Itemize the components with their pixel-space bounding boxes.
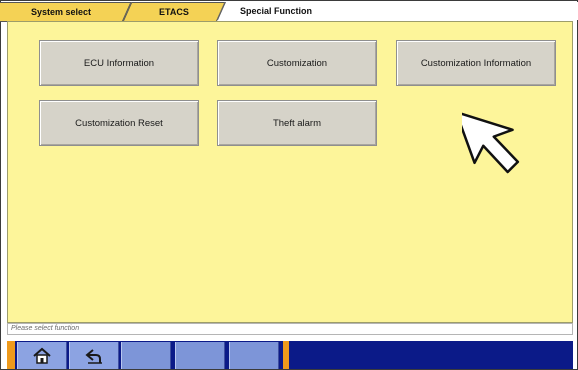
customization-information-button[interactable]: Customization Information (396, 40, 556, 86)
breadcrumb-label: Special Function (240, 6, 313, 16)
customization-button[interactable]: Customization (217, 40, 377, 86)
breadcrumb: System select ETACS Special Function (0, 1, 578, 22)
status-bar: Please select function (7, 323, 573, 335)
back-icon (85, 348, 102, 364)
mouse-pointer-icon (462, 110, 520, 174)
app-window: System select ETACS Special Function ECU… (0, 0, 578, 370)
home-button[interactable] (17, 342, 67, 369)
breadcrumb-label: ETACS (159, 7, 189, 17)
toolbar-accent (7, 341, 15, 369)
customization-reset-button[interactable]: Customization Reset (39, 100, 199, 146)
home-icon (33, 347, 51, 364)
breadcrumb-system-select[interactable]: System select (0, 2, 132, 22)
breadcrumb-label: System select (30, 7, 92, 17)
breadcrumb-special-function: Special Function (216, 2, 578, 20)
toolbar-accent (283, 341, 289, 369)
toolbar-empty-slot[interactable] (229, 342, 279, 369)
ecu-information-button[interactable]: ECU Information (39, 40, 199, 86)
back-button[interactable] (69, 342, 119, 369)
breadcrumb-etacs[interactable]: ETACS (122, 2, 226, 22)
function-panel: ECU Information Customization Customizat… (7, 21, 573, 323)
bottom-toolbar (7, 341, 573, 369)
theft-alarm-button[interactable]: Theft alarm (217, 100, 377, 146)
toolbar-empty-slot[interactable] (175, 342, 225, 369)
toolbar-empty-slot[interactable] (121, 342, 171, 369)
